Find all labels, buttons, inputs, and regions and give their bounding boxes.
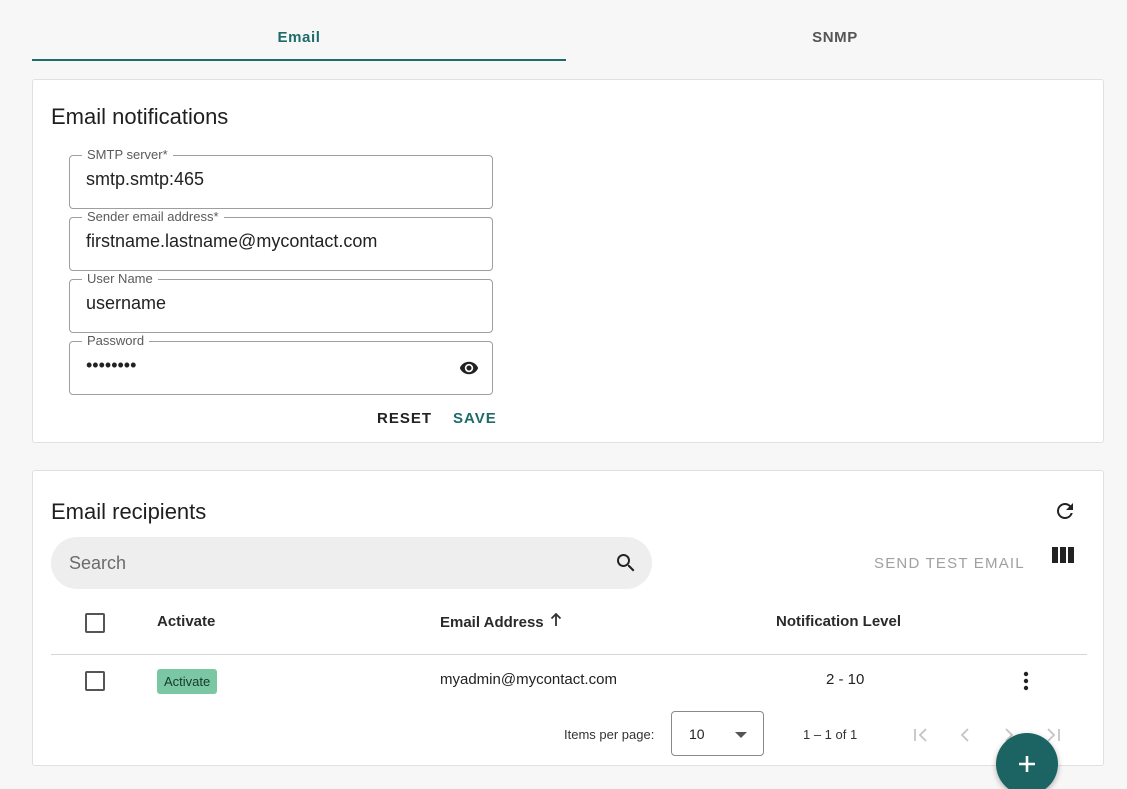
password-field[interactable]: Password <box>69 333 493 395</box>
column-header-email[interactable]: Email Address <box>440 612 562 631</box>
sort-ascending-icon[interactable] <box>550 612 562 631</box>
add-recipient-button[interactable] <box>996 733 1058 789</box>
more-vert-icon[interactable] <box>1016 669 1036 693</box>
tab-email[interactable]: Email <box>32 16 566 61</box>
previous-page-icon[interactable] <box>955 725 975 745</box>
eye-icon[interactable] <box>456 358 482 378</box>
tab-bar: Email SNMP <box>32 16 1102 61</box>
table-divider <box>51 654 1087 655</box>
sender-email-label: Sender email address* <box>82 209 224 225</box>
email-recipients-title: Email recipients <box>51 499 207 524</box>
password-label: Password <box>82 333 150 349</box>
column-header-activate: Activate <box>157 613 216 630</box>
chevron-down-icon <box>735 732 747 738</box>
tab-snmp[interactable]: SNMP <box>568 16 1102 61</box>
view-columns-icon[interactable] <box>1051 545 1075 565</box>
reset-button[interactable]: RESET <box>377 410 432 427</box>
items-per-page-value: 10 <box>689 726 705 742</box>
email-notifications-title: Email notifications <box>51 104 229 129</box>
email-notifications-card: Email notifications SMTP server* Sender … <box>32 79 1104 443</box>
search-icon[interactable] <box>614 551 638 575</box>
send-test-email-button[interactable]: SEND TEST EMAIL <box>874 555 1025 572</box>
user-name-label: User Name <box>82 271 158 287</box>
smtp-server-input[interactable] <box>86 169 446 190</box>
user-name-field[interactable]: User Name <box>69 271 493 333</box>
search-input[interactable] <box>69 553 589 574</box>
smtp-server-label: SMTP server* <box>82 147 173 163</box>
smtp-server-field[interactable]: SMTP server* <box>69 147 493 209</box>
row-notification-level: 2 - 10 <box>826 671 865 688</box>
pagination-range: 1 – 1 of 1 <box>803 727 858 742</box>
sender-email-input[interactable] <box>86 231 446 252</box>
items-per-page-label: Items per page: <box>564 727 655 742</box>
select-all-checkbox[interactable] <box>85 613 105 633</box>
search-bar[interactable] <box>51 537 652 589</box>
sender-email-field[interactable]: Sender email address* <box>69 209 493 271</box>
refresh-icon[interactable] <box>1053 499 1077 523</box>
row-checkbox[interactable] <box>85 671 105 691</box>
items-per-page-select[interactable]: 10 <box>671 711 764 756</box>
save-button[interactable]: SAVE <box>453 410 497 427</box>
column-header-notification-level: Notification Level <box>776 613 902 630</box>
password-input[interactable] <box>86 355 446 376</box>
status-badge: Activate <box>157 669 218 694</box>
row-email: myadmin@mycontact.com <box>440 671 617 688</box>
plus-icon <box>1019 756 1035 772</box>
first-page-icon[interactable] <box>911 725 931 745</box>
user-name-input[interactable] <box>86 293 446 314</box>
email-recipients-card: Email recipients SEND TEST EMAIL Activat… <box>32 470 1104 766</box>
column-header-email-label: Email Address <box>440 614 544 631</box>
